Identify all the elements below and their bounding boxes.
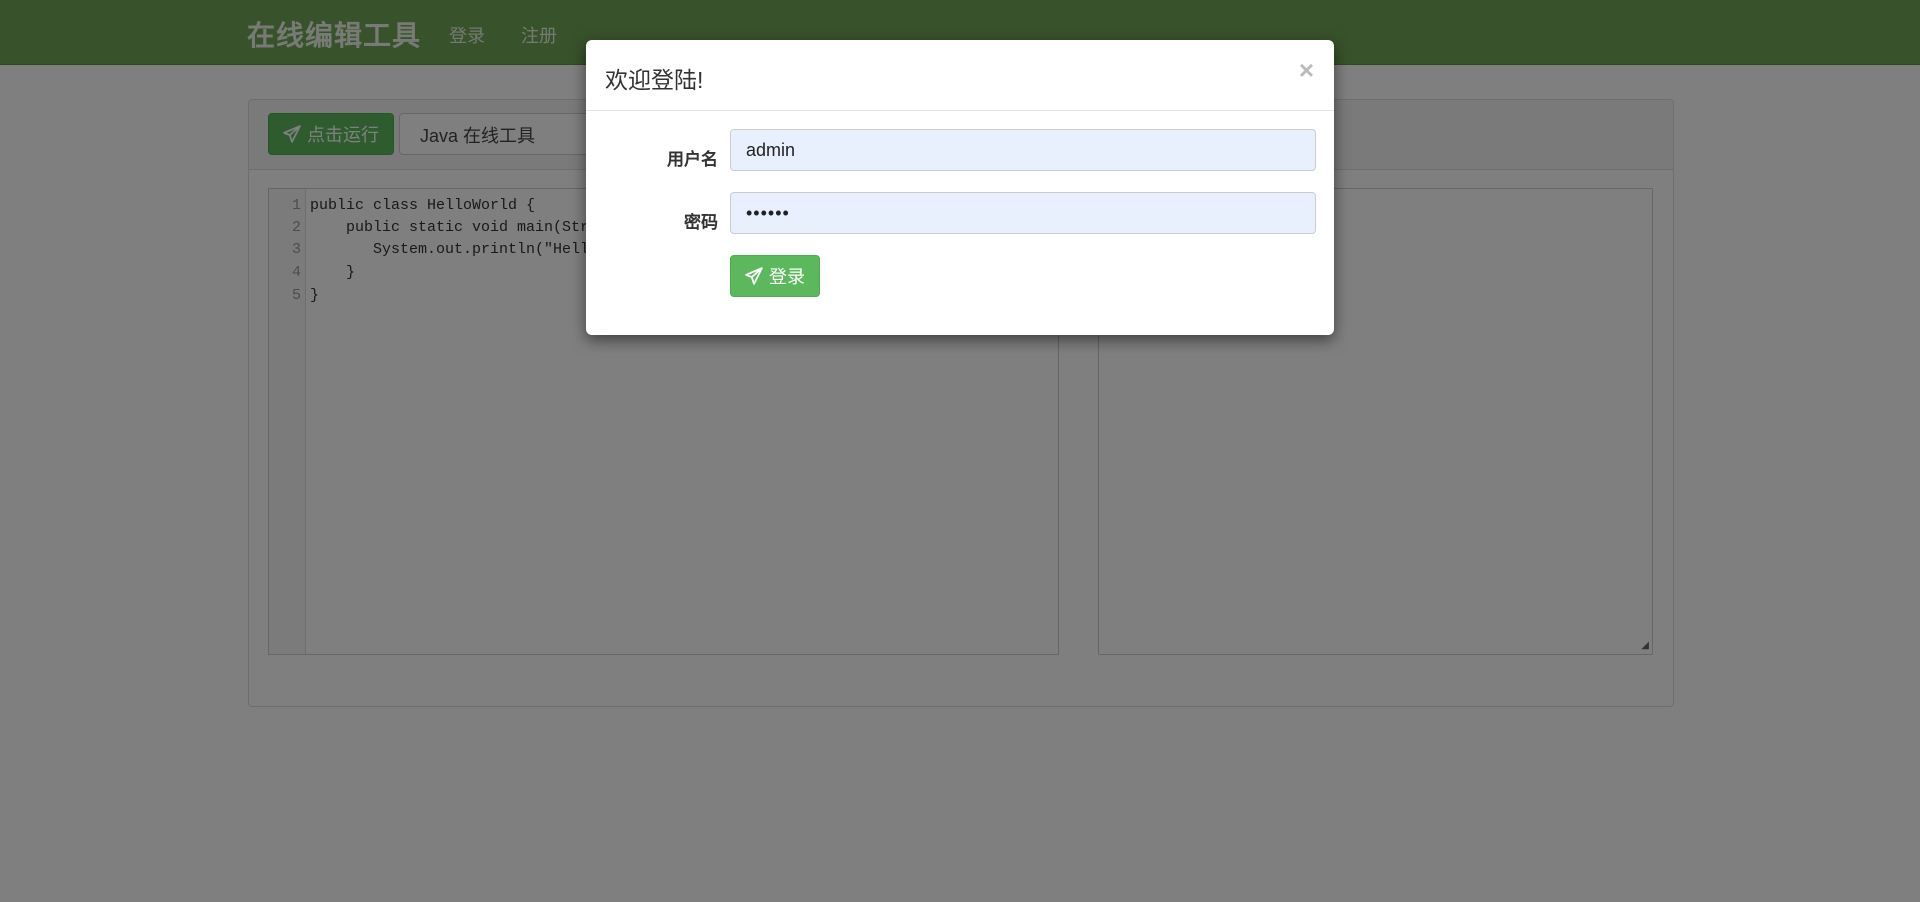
username-input[interactable] bbox=[730, 129, 1316, 171]
login-button[interactable]: 登录 bbox=[730, 255, 820, 297]
modal-header: 欢迎登陆! × bbox=[586, 40, 1334, 111]
close-icon[interactable]: × bbox=[1299, 55, 1314, 86]
login-button-label: 登录 bbox=[769, 267, 805, 287]
password-label: 密码 bbox=[684, 213, 718, 232]
login-modal: 欢迎登陆! × 用户名 密码 •••••• 登录 bbox=[586, 40, 1334, 335]
modal-title: 欢迎登陆! bbox=[605, 67, 704, 93]
password-input[interactable]: •••••• bbox=[730, 192, 1316, 234]
username-label: 用户名 bbox=[667, 150, 718, 169]
send-icon bbox=[745, 267, 763, 285]
